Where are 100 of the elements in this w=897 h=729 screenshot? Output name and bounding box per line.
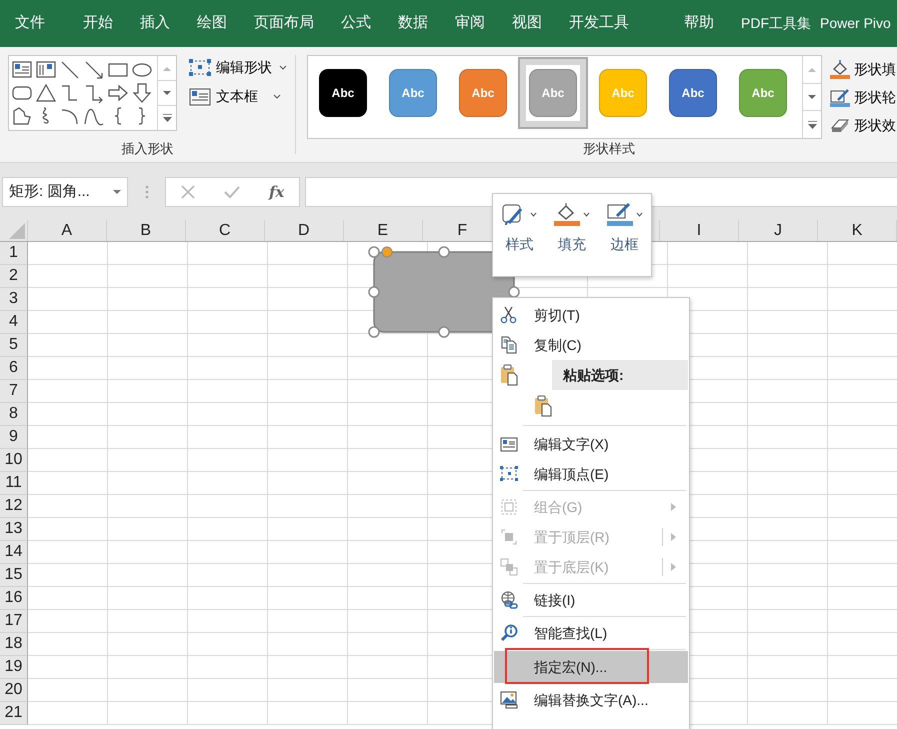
ribbon-button[interactable]: 形状效	[830, 111, 896, 139]
caret-icon	[582, 212, 590, 217]
menu-item[interactable]: 复制(C)	[494, 330, 688, 360]
group-label: 插入形状	[120, 140, 174, 158]
ribbon-tab[interactable]: 页面布局	[254, 12, 314, 35]
ribbon-button[interactable]: 形状轮	[830, 83, 896, 111]
resize-handle[interactable]	[368, 246, 380, 258]
grip-icon[interactable]	[145, 185, 149, 199]
expand-gallery-icon	[808, 120, 816, 129]
row-header[interactable]: 15	[0, 564, 28, 587]
resize-handle[interactable]	[508, 286, 520, 298]
row-header[interactable]: 19	[0, 656, 28, 679]
row-header[interactable]: 8	[0, 403, 28, 426]
column-header[interactable]: J	[739, 220, 818, 241]
column-header[interactable]: E	[344, 220, 423, 241]
row-header[interactable]: 11	[0, 472, 28, 495]
row-header[interactable]: 7	[0, 380, 28, 403]
triangle-icon[interactable]	[35, 82, 57, 104]
resize-handle[interactable]	[368, 326, 380, 338]
ribbon-tab[interactable]: 开始	[83, 12, 113, 35]
style-option[interactable]: Abc	[658, 56, 728, 128]
column-header[interactable]: K	[818, 220, 897, 241]
menu-item[interactable]: 指定宏(N)...	[494, 651, 688, 683]
down-arrow-icon[interactable]	[131, 82, 153, 104]
row-header[interactable]: 16	[0, 587, 28, 610]
row-header[interactable]: 18	[0, 633, 28, 656]
style-option[interactable]: Abc	[308, 56, 378, 128]
menu-item[interactable]: 链接(I)	[494, 585, 688, 615]
group-label: 形状样式	[582, 140, 636, 158]
name-box[interactable]: 矩形: 圆角...	[2, 177, 128, 207]
ribbon-tab[interactable]: 绘图	[197, 12, 227, 35]
row-header[interactable]: 9	[0, 426, 28, 449]
ribbon-tab[interactable]: 文件	[15, 12, 45, 35]
right-arrow-icon[interactable]	[107, 82, 129, 104]
bring-forward-icon	[500, 528, 518, 546]
ribbon-button[interactable]: 形状填	[830, 55, 896, 83]
send-backward-icon	[500, 558, 518, 576]
column-header[interactable]: F	[422, 220, 486, 241]
row-header[interactable]: 3	[0, 288, 28, 311]
row-header[interactable]: 1	[0, 242, 28, 265]
edit-text-icon	[500, 435, 518, 453]
toolbar-button[interactable]: 样式	[501, 203, 538, 276]
scroll-down-icon	[808, 94, 816, 100]
caret-icon	[636, 212, 643, 217]
section-heading: 粘贴选项:	[552, 360, 688, 390]
resize-handle[interactable]	[438, 246, 450, 258]
pencil-icon	[606, 203, 633, 226]
menu-item[interactable]: 智能查找(L)	[494, 618, 688, 648]
row-header[interactable]: 20	[0, 679, 28, 702]
column-header[interactable]: C	[186, 220, 265, 241]
clipboard-icon	[534, 395, 552, 417]
arrow-line-icon[interactable]	[83, 59, 105, 81]
ribbon-button[interactable]: 编辑形状	[185, 55, 291, 80]
scroll-down-icon	[163, 90, 171, 96]
ribbon-tab[interactable]: Power Pivo	[820, 13, 891, 34]
ribbon-tab[interactable]: 视图	[512, 12, 542, 35]
row-header[interactable]: 2	[0, 265, 28, 288]
toolbar-button[interactable]: 边框	[606, 203, 643, 276]
row-header[interactable]: 5	[0, 334, 28, 357]
ribbon-tab[interactable]: 插入	[140, 12, 170, 35]
row-header[interactable]: 6	[0, 357, 28, 380]
freeform-icon[interactable]	[11, 105, 33, 127]
column-header[interactable]: D	[264, 220, 344, 241]
ribbon-button[interactable]: 文本框	[185, 84, 291, 109]
insert-function-button[interactable]: fx	[268, 180, 284, 204]
edit-points-icon	[189, 58, 211, 76]
scroll-up-icon	[163, 66, 171, 70]
dropdown-arrow-icon[interactable]	[113, 190, 121, 194]
caret-icon	[273, 94, 281, 99]
picture-icon	[500, 691, 518, 709]
submenu-arrow-icon	[671, 563, 676, 571]
ribbon-tab[interactable]: 公式	[341, 12, 371, 35]
row-header[interactable]: 10	[0, 449, 28, 472]
row-header[interactable]: 13	[0, 518, 28, 541]
row-header[interactable]: 12	[0, 495, 28, 518]
check-icon[interactable]	[224, 185, 240, 199]
menu-item[interactable]: 编辑顶点(E)	[494, 459, 688, 489]
ribbon-tab[interactable]: 审阅	[455, 12, 485, 35]
menu-item[interactable]: 剪切(T)	[494, 300, 688, 330]
column-header[interactable]: I	[660, 220, 740, 241]
ribbon-tab[interactable]: PDF工具集	[741, 13, 811, 34]
resize-handle[interactable]	[438, 326, 450, 338]
line-icon[interactable]	[59, 59, 81, 81]
row-header[interactable]: 17	[0, 610, 28, 633]
caret-icon	[279, 65, 287, 70]
paste-button[interactable]	[532, 393, 554, 419]
ribbon-tab[interactable]: 帮助	[684, 12, 714, 35]
row-header[interactable]: 14	[0, 541, 28, 564]
menu-item[interactable]: 编辑文字(X)	[494, 429, 688, 459]
row-header[interactable]: 4	[0, 311, 28, 334]
submenu-arrow-icon	[671, 503, 676, 511]
column-header[interactable]: A	[28, 220, 107, 241]
toolbar-button[interactable]: 填充	[554, 203, 590, 276]
column-header[interactable]: B	[106, 220, 186, 241]
resize-handle[interactable]	[368, 286, 380, 298]
ribbon-tab[interactable]: 数据	[398, 12, 428, 35]
row-header[interactable]: 21	[0, 702, 28, 725]
magnifier-icon	[500, 624, 518, 642]
ribbon-tab[interactable]: 开发工具	[569, 12, 629, 35]
menu-item[interactable]: 编辑替换文字(A)...	[494, 685, 688, 715]
